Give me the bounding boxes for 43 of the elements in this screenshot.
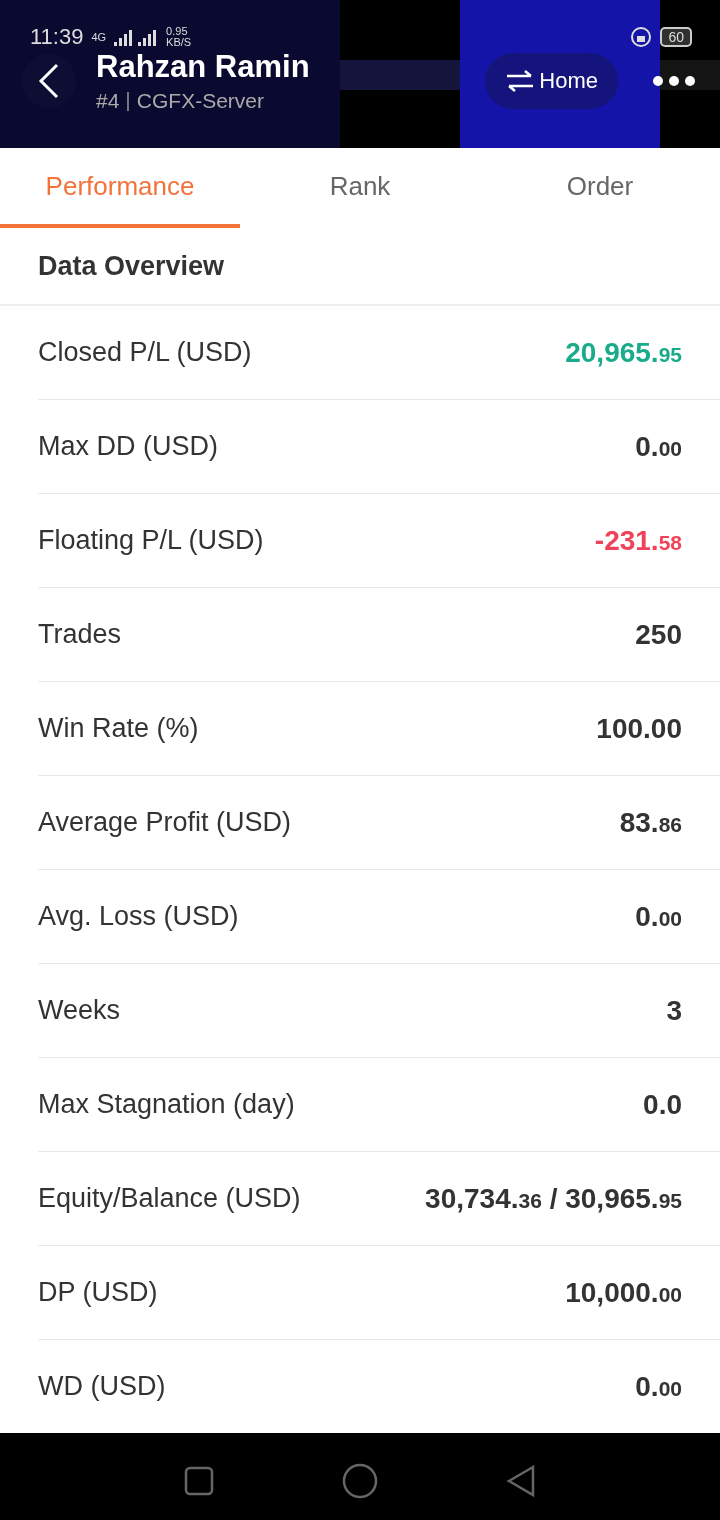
status-time: 11:39 — [30, 24, 84, 50]
stat-value: 30,734.36 / 30,965.95 — [425, 1182, 682, 1215]
stat-label: Avg. Loss (USD) — [38, 901, 240, 932]
rotation-lock-icon — [630, 26, 653, 48]
account-rank: #4 — [96, 89, 120, 113]
stat-label: Trades — [38, 619, 123, 650]
separator: | — [125, 88, 131, 112]
stat-value: 100.00 — [596, 712, 682, 745]
home-nav-icon[interactable] — [342, 1463, 378, 1499]
stat-label: DP (USD) — [38, 1277, 159, 1308]
swap-icon — [505, 69, 536, 93]
battery-level: 60 — [660, 27, 692, 47]
stat-value: 0.00 — [635, 430, 682, 463]
stat-label: Average Profit (USD) — [38, 807, 293, 838]
stat-value: 250 — [635, 618, 682, 651]
stat-label: Weeks — [38, 995, 122, 1026]
stat-label: Closed P/L (USD) — [38, 337, 253, 368]
stat-label: Win Rate (%) — [38, 713, 200, 744]
signal-icon — [114, 28, 159, 46]
stat-value: 20,965.95 — [565, 336, 682, 369]
network-speed: 0.95 — [166, 26, 189, 37]
speed-unit: KB/S — [166, 37, 192, 48]
account-server: CGFX-Server — [136, 89, 264, 113]
section-title: Data Overview — [0, 228, 720, 306]
stat-value: 83.86 — [619, 806, 682, 839]
recent-apps-icon[interactable] — [184, 1466, 214, 1496]
stat-label: Max DD (USD) — [38, 431, 219, 462]
stat-label: Floating P/L (USD) — [38, 525, 265, 556]
stat-value: -231.58 — [594, 524, 682, 557]
back-icon — [38, 63, 60, 99]
home-button[interactable]: Home — [485, 53, 618, 109]
stat-value: 10,000.00 — [565, 1276, 682, 1309]
account-name: Rahzan Ramin — [96, 49, 310, 85]
stat-value: 0.00 — [635, 900, 682, 933]
stat-value: 3 — [666, 994, 682, 1027]
more-icon — [652, 75, 696, 87]
stat-value: 0.0 — [643, 1088, 682, 1121]
stat-label: Equity/Balance (USD) — [38, 1183, 302, 1214]
back-nav-icon[interactable] — [506, 1464, 536, 1498]
stat-label: WD (USD) — [38, 1371, 167, 1402]
stat-value: 0.00 — [635, 1370, 682, 1403]
stat-label: Max Stagnation (day) — [38, 1089, 296, 1120]
network-type: 4G — [91, 31, 107, 43]
